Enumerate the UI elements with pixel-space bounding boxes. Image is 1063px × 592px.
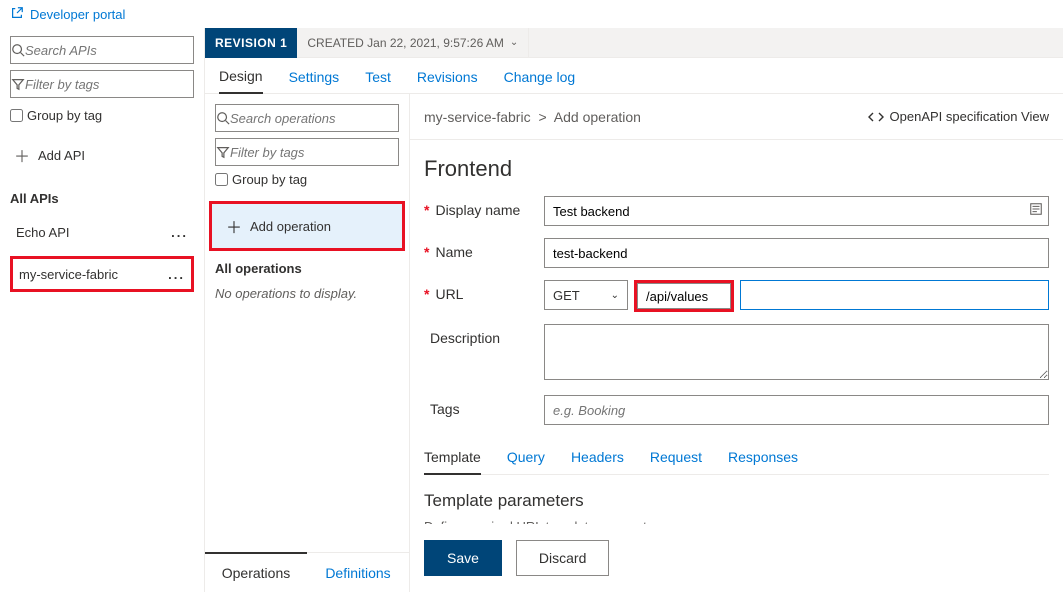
url-rest-input[interactable] xyxy=(740,280,1049,310)
breadcrumb-op: Add operation xyxy=(554,109,641,125)
description-input[interactable] xyxy=(544,324,1049,380)
label-description: Description xyxy=(430,330,500,346)
chevron-down-icon: ⌄ xyxy=(510,37,518,48)
group-by-tag-checkbox[interactable] xyxy=(10,109,23,122)
name-input[interactable] xyxy=(544,238,1049,268)
filter-icon xyxy=(11,77,25,91)
main-tabs: Design Settings Test Revisions Change lo… xyxy=(205,58,1063,94)
api-item-echo[interactable]: Echo API ... xyxy=(10,214,194,250)
url-path-input[interactable] xyxy=(637,283,731,309)
url-path-highlight xyxy=(634,280,734,312)
display-name-input[interactable] xyxy=(544,196,1049,226)
tab-test[interactable]: Test xyxy=(365,69,391,93)
template-params-title: Template parameters xyxy=(424,491,1049,511)
tab-revisions[interactable]: Revisions xyxy=(417,69,478,93)
breadcrumb: my-service-fabric > Add operation xyxy=(424,109,641,125)
add-api-label: Add API xyxy=(38,148,85,163)
group-by-tag-ops-label: Group by tag xyxy=(232,172,307,187)
filter-operations-box[interactable] xyxy=(215,138,399,166)
plus-icon: ＋ xyxy=(14,143,30,167)
subtab-headers[interactable]: Headers xyxy=(571,441,624,474)
api-item-label: Echo API xyxy=(16,225,69,240)
more-icon[interactable]: ... xyxy=(168,267,185,282)
required-marker: * xyxy=(424,202,429,218)
all-operations-header: All operations xyxy=(215,261,399,276)
filter-icon xyxy=(216,145,230,159)
api-item-label: my-service-fabric xyxy=(19,267,118,282)
subtab-query[interactable]: Query xyxy=(507,441,545,474)
filter-apis-input[interactable] xyxy=(25,77,209,92)
external-link-icon xyxy=(10,6,24,23)
group-by-tag-apis[interactable]: Group by tag xyxy=(10,108,194,123)
all-apis-header: All APIs xyxy=(10,191,194,206)
tab-design[interactable]: Design xyxy=(219,68,263,94)
openapi-spec-view[interactable]: OpenAPI specification View xyxy=(868,109,1049,125)
developer-portal-link[interactable]: Developer portal xyxy=(30,7,125,22)
filter-apis-box[interactable] xyxy=(10,70,194,98)
bottom-tab-definitions[interactable]: Definitions xyxy=(307,553,409,592)
tab-change-log[interactable]: Change log xyxy=(504,69,576,93)
save-button[interactable]: Save xyxy=(424,540,502,576)
search-apis-input[interactable] xyxy=(25,43,209,58)
label-tags: Tags xyxy=(430,401,460,417)
search-icon xyxy=(11,43,25,57)
search-apis-box[interactable] xyxy=(10,36,194,64)
search-operations-input[interactable] xyxy=(230,111,414,126)
filter-operations-input[interactable] xyxy=(230,145,414,160)
section-frontend-title: Frontend xyxy=(424,156,1049,182)
group-by-tag-ops[interactable]: Group by tag xyxy=(215,172,399,187)
no-operations-text: No operations to display. xyxy=(215,286,399,301)
subtab-template[interactable]: Template xyxy=(424,441,481,475)
code-icon xyxy=(868,109,884,125)
search-operations-box[interactable] xyxy=(215,104,399,132)
subtab-request[interactable]: Request xyxy=(650,441,702,474)
label-name: Name xyxy=(435,244,472,260)
subtab-responses[interactable]: Responses xyxy=(728,441,798,474)
label-display-name: Display name xyxy=(435,202,520,218)
more-icon[interactable]: ... xyxy=(171,225,188,240)
breadcrumb-api[interactable]: my-service-fabric xyxy=(424,109,531,125)
add-operation-button[interactable]: ＋ Add operation xyxy=(209,201,405,251)
add-api-button[interactable]: ＋ Add API xyxy=(10,137,194,173)
revision-created-text: CREATED Jan 22, 2021, 9:57:26 AM xyxy=(307,36,504,50)
frontend-subtabs: Template Query Headers Request Responses xyxy=(424,441,1049,475)
http-method-value: GET xyxy=(553,288,580,303)
add-operation-label: Add operation xyxy=(250,219,331,234)
api-item-my-service-fabric[interactable]: my-service-fabric ... xyxy=(10,256,194,292)
form-icon xyxy=(1029,202,1043,219)
http-method-dropdown[interactable]: GET ⌄ xyxy=(544,280,628,310)
required-marker: * xyxy=(424,244,429,260)
group-by-tag-label: Group by tag xyxy=(27,108,102,123)
bottom-tab-operations[interactable]: Operations xyxy=(205,552,307,592)
revision-created[interactable]: CREATED Jan 22, 2021, 9:57:26 AM ⌄ xyxy=(297,28,529,58)
tab-settings[interactable]: Settings xyxy=(289,69,340,93)
openapi-label: OpenAPI specification View xyxy=(890,109,1049,124)
required-marker: * xyxy=(424,286,429,302)
revision-bar: REVISION 1 CREATED Jan 22, 2021, 9:57:26… xyxy=(205,28,1063,58)
search-icon xyxy=(216,111,230,125)
breadcrumb-separator: > xyxy=(538,109,546,125)
discard-button[interactable]: Discard xyxy=(516,540,609,576)
plus-icon: ＋ xyxy=(226,214,242,238)
group-by-tag-ops-checkbox[interactable] xyxy=(215,173,228,186)
chevron-down-icon: ⌄ xyxy=(611,290,619,301)
tags-input[interactable] xyxy=(544,395,1049,425)
revision-badge: REVISION 1 xyxy=(205,28,297,58)
label-url: URL xyxy=(435,286,463,302)
